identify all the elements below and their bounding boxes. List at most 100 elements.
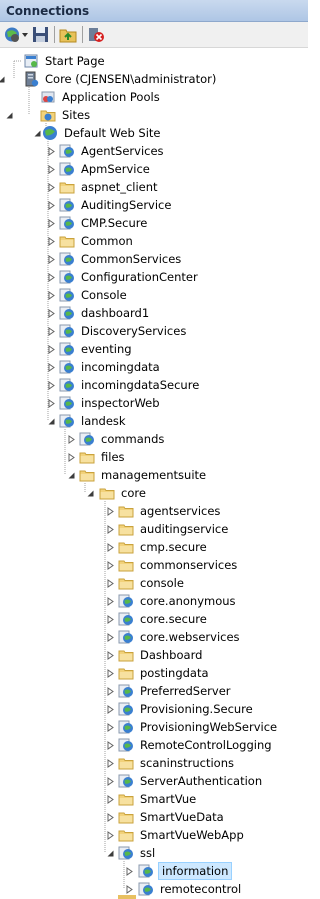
expand-arrow-icon[interactable] xyxy=(46,326,56,336)
tree-node-scaninstructions[interactable]: scaninstructions xyxy=(105,754,236,772)
tree-node-landesk[interactable]: landesk xyxy=(46,412,128,430)
expand-arrow-icon[interactable] xyxy=(46,146,56,156)
expand-arrow-icon[interactable] xyxy=(105,812,115,822)
tree-node-core-secure[interactable]: core.secure xyxy=(105,610,209,628)
tree-node-provisioningwebservice[interactable]: ProvisioningWebService xyxy=(105,718,279,736)
expand-arrow-icon[interactable] xyxy=(46,182,56,192)
expand-arrow-icon[interactable] xyxy=(46,362,56,372)
up-folder-icon[interactable] xyxy=(59,25,77,44)
tree-node-apmservice[interactable]: ApmService xyxy=(46,160,152,178)
expand-arrow-icon[interactable] xyxy=(105,506,115,516)
tree-node-files[interactable]: files xyxy=(66,448,127,466)
expand-arrow-icon[interactable] xyxy=(46,344,56,354)
expand-arrow-icon[interactable] xyxy=(46,164,56,174)
expand-arrow-icon[interactable] xyxy=(46,254,56,264)
tree-node-console[interactable]: Console xyxy=(46,286,129,304)
startpage-icon xyxy=(23,53,39,69)
tree-node-core-webservices[interactable]: core.webservices xyxy=(105,628,242,646)
expand-arrow-icon[interactable] xyxy=(46,236,56,246)
expand-arrow-icon[interactable] xyxy=(105,830,115,840)
expand-arrow-icon[interactable] xyxy=(105,524,115,534)
connect-icon[interactable] xyxy=(3,25,29,44)
expand-arrow-icon[interactable] xyxy=(105,758,115,768)
tree-node-inspectorweb[interactable]: inspectorWeb xyxy=(46,394,162,412)
tree-node-ssl[interactable]: ssl xyxy=(105,844,157,862)
expand-arrow-icon[interactable] xyxy=(105,686,115,696)
tree-node-discoveryservices[interactable]: DiscoveryServices xyxy=(46,322,188,340)
expand-arrow-icon[interactable] xyxy=(46,308,56,318)
collapse-arrow-icon[interactable] xyxy=(32,128,42,138)
tree-node-aspnet-client[interactable]: aspnet_client xyxy=(46,178,160,196)
tree-node-commands[interactable]: commands xyxy=(66,430,166,448)
expand-arrow-icon[interactable] xyxy=(124,884,134,894)
disconnect-icon[interactable] xyxy=(87,25,105,44)
expand-arrow-icon[interactable] xyxy=(46,200,56,210)
expand-arrow-icon[interactable] xyxy=(124,866,134,876)
expand-arrow-icon[interactable] xyxy=(105,614,115,624)
tree-node-label: AgentServices xyxy=(81,144,164,158)
expand-arrow-icon[interactable] xyxy=(105,560,115,570)
tree-node-auditingservice[interactable]: AuditingService xyxy=(46,196,173,214)
tree-node-managementsuite[interactable]: managementsuite xyxy=(66,466,208,484)
tree-node-common[interactable]: Common xyxy=(46,232,135,250)
tree-node-agentservices[interactable]: agentservices xyxy=(105,502,222,520)
tree-node-dashboard1[interactable]: dashboard1 xyxy=(46,304,151,322)
save-icon[interactable] xyxy=(32,25,49,44)
tree-node-remotecontrol[interactable]: remotecontrol xyxy=(124,880,243,898)
expand-arrow-icon[interactable] xyxy=(46,398,56,408)
collapse-arrow-icon[interactable] xyxy=(105,848,115,858)
tree-node-core-anonymous[interactable]: core.anonymous xyxy=(105,592,238,610)
tree-node-cmp-secure[interactable]: cmp.secure xyxy=(105,538,209,556)
expand-arrow-icon[interactable] xyxy=(105,650,115,660)
collapse-arrow-icon[interactable] xyxy=(46,416,56,426)
expand-arrow-icon[interactable] xyxy=(105,542,115,552)
expand-arrow-icon[interactable] xyxy=(46,272,56,282)
tree-node-configurationcenter[interactable]: ConfigurationCenter xyxy=(46,268,200,286)
tree-node-application-pools[interactable]: Application Pools xyxy=(4,88,162,106)
tree-node-auditingservice[interactable]: auditingservice xyxy=(105,520,230,538)
collapse-arrow-icon[interactable] xyxy=(0,74,6,84)
tree-node-postingdata[interactable]: postingdata xyxy=(105,664,211,682)
expand-arrow-icon[interactable] xyxy=(105,668,115,678)
tree-node-provisioning-secure[interactable]: Provisioning.Secure xyxy=(105,700,255,718)
tree-node-cmp-secure[interactable]: CMP.Secure xyxy=(46,214,149,232)
tree-node-console[interactable]: console xyxy=(105,574,186,592)
expand-arrow-icon[interactable] xyxy=(46,380,56,390)
expand-arrow-icon[interactable] xyxy=(66,434,76,444)
tree-node-sites[interactable]: Sites xyxy=(4,106,92,124)
tree-node-agentservices[interactable]: AgentServices xyxy=(46,142,166,160)
expand-arrow-icon[interactable] xyxy=(105,776,115,786)
app-icon xyxy=(59,305,75,321)
tree-node-smartvuedata[interactable]: SmartVueData xyxy=(105,808,226,826)
tree-node-incomingdata[interactable]: incomingdata xyxy=(46,358,162,376)
expand-arrow-icon[interactable] xyxy=(105,722,115,732)
tree-node-eventing[interactable]: eventing xyxy=(46,340,134,358)
expand-arrow-icon[interactable] xyxy=(105,704,115,714)
expand-arrow-icon[interactable] xyxy=(46,290,56,300)
tree-node-core[interactable]: core xyxy=(85,484,148,502)
tree-node-commonservices[interactable]: CommonServices xyxy=(46,250,183,268)
connections-tree[interactable]: Start Page Core (CJENSEN\administrator) Ap… xyxy=(0,50,308,899)
tree-node-preferredserver[interactable]: PreferredServer xyxy=(105,682,233,700)
tree-node-serverauthentication[interactable]: ServerAuthentication xyxy=(105,772,264,790)
tree-node-incomingdatasecure[interactable]: incomingdataSecure xyxy=(46,376,201,394)
tree-node-commonservices[interactable]: commonservices xyxy=(105,556,239,574)
tree-node-default-web-site[interactable]: Default Web Site xyxy=(32,124,162,142)
expand-arrow-icon[interactable] xyxy=(105,794,115,804)
expand-arrow-icon[interactable] xyxy=(105,578,115,588)
expand-arrow-icon[interactable] xyxy=(46,218,56,228)
tree-node-remotecontrollogging[interactable]: RemoteControlLogging xyxy=(105,736,274,754)
expand-arrow-icon[interactable] xyxy=(105,740,115,750)
collapse-arrow-icon[interactable] xyxy=(4,110,14,120)
expand-arrow-icon[interactable] xyxy=(105,596,115,606)
tree-node-smartvuewebapp[interactable]: SmartVueWebApp xyxy=(105,826,246,844)
tree-node-dashboard[interactable]: Dashboard xyxy=(105,646,204,664)
tree-node-core-cjensen-administrator[interactable]: Core (CJENSEN\administrator) xyxy=(0,70,218,88)
expand-arrow-icon[interactable] xyxy=(105,632,115,642)
expand-arrow-icon[interactable] xyxy=(66,452,76,462)
tree-node-smartvue[interactable]: SmartVue xyxy=(105,790,198,808)
tree-node-start-page[interactable]: Start Page xyxy=(0,52,107,70)
collapse-arrow-icon[interactable] xyxy=(85,488,95,498)
tree-node-information[interactable]: information xyxy=(124,862,233,880)
collapse-arrow-icon[interactable] xyxy=(66,470,76,480)
